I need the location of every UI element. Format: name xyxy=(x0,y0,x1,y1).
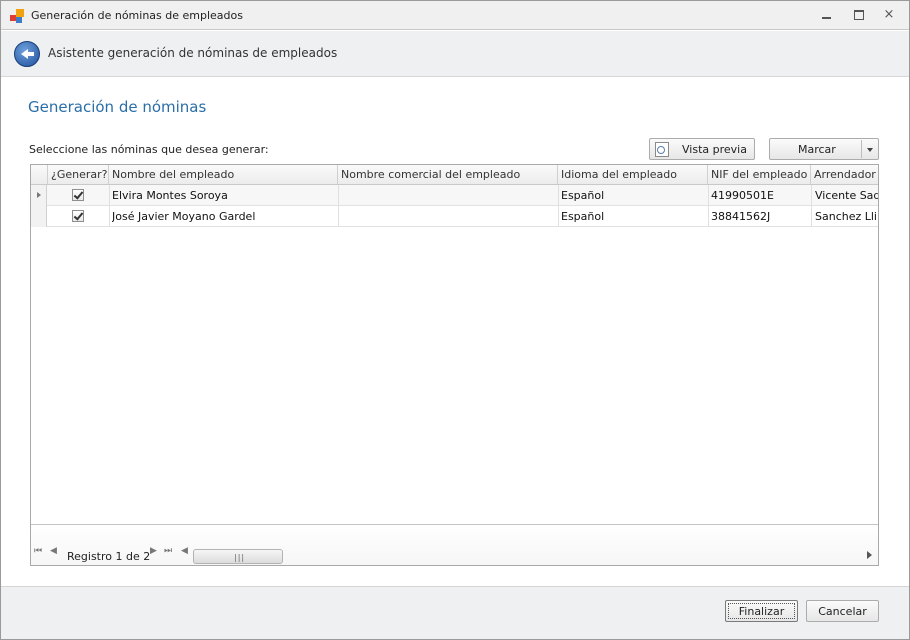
employee-name-cell[interactable]: Elvira Montes Soroya xyxy=(112,189,334,202)
finish-button-label: Finalizar xyxy=(738,605,785,618)
wizard-title: Asistente generación de nóminas de emple… xyxy=(48,46,338,60)
grid-footer xyxy=(31,525,878,565)
last-record-icon[interactable]: ⏭ xyxy=(164,546,172,556)
chevron-down-icon[interactable] xyxy=(867,148,873,152)
column-divider xyxy=(109,185,110,227)
column-header-generate[interactable]: ¿Generar? xyxy=(48,165,109,184)
landlord-cell[interactable]: Sanchez Llibre xyxy=(815,210,878,223)
finish-button[interactable]: Finalizar xyxy=(725,600,798,622)
payroll-grid: ¿Generar? Nombre del empleado Nombre com… xyxy=(30,164,879,566)
nif-cell[interactable]: 41990501E xyxy=(711,189,808,202)
language-cell[interactable]: Español xyxy=(561,210,705,223)
close-button[interactable]: × xyxy=(881,8,897,22)
mark-dropdown-button[interactable]: Marcar xyxy=(769,138,879,160)
scroll-left-icon[interactable]: ◀ xyxy=(181,546,188,556)
maximize-button[interactable] xyxy=(851,8,867,22)
column-divider xyxy=(708,185,709,227)
horizontal-scrollbar[interactable]: ||| xyxy=(193,549,283,564)
magnifier-document-icon xyxy=(655,142,669,157)
column-header-trade-name[interactable]: Nombre comercial del empleado xyxy=(338,165,558,184)
split-divider xyxy=(861,140,862,158)
current-row-arrow-icon xyxy=(37,192,41,198)
preview-button-label: Vista previa xyxy=(682,143,747,156)
wizard-header: Asistente generación de nóminas de emple… xyxy=(1,31,909,77)
back-arrow-icon[interactable] xyxy=(14,41,40,67)
cancel-button-label: Cancelar xyxy=(818,605,867,618)
cancel-button[interactable]: Cancelar xyxy=(806,600,879,622)
mark-button-label: Marcar xyxy=(798,143,836,156)
employee-name-cell[interactable]: José Javier Moyano Gardel xyxy=(112,210,334,223)
scroll-right-icon[interactable] xyxy=(867,551,872,559)
scroll-grip: ||| xyxy=(234,553,246,562)
landlord-cell[interactable]: Vicente Sadurni xyxy=(815,189,878,202)
column-header-language[interactable]: Idioma del empleado xyxy=(558,165,708,184)
preview-button[interactable]: Vista previa xyxy=(649,138,755,160)
column-divider xyxy=(338,185,339,227)
table-row[interactable]: José Javier Moyano Gardel Español 388415… xyxy=(31,206,878,227)
language-cell[interactable]: Español xyxy=(561,189,705,202)
table-row[interactable]: Elvira Montes Soroya Español 41990501E V… xyxy=(31,185,878,206)
column-divider xyxy=(558,185,559,227)
generate-checkbox[interactable] xyxy=(72,189,84,201)
column-header-nif[interactable]: NIF del empleado xyxy=(708,165,811,184)
window-title: Generación de nóminas de empleados xyxy=(31,9,243,22)
main-window: Generación de nóminas de empleados × Asi… xyxy=(0,0,910,640)
select-instructions-label: Seleccione las nóminas que desea generar… xyxy=(29,143,269,156)
indicator-column-header xyxy=(31,165,48,184)
first-record-icon[interactable]: ⏮ xyxy=(34,546,42,556)
minimize-button[interactable] xyxy=(819,8,835,22)
grid-header: ¿Generar? Nombre del empleado Nombre com… xyxy=(31,165,878,185)
title-bar[interactable]: Generación de nóminas de empleados × xyxy=(1,1,909,30)
row-indicator xyxy=(31,206,47,227)
nif-cell[interactable]: 38841562J xyxy=(711,210,808,223)
page-title: Generación de nóminas xyxy=(28,98,207,116)
previous-record-icon[interactable]: ◀ xyxy=(50,546,57,556)
row-indicator xyxy=(31,185,47,206)
column-header-employee-name[interactable]: Nombre del empleado xyxy=(109,165,338,184)
record-navigator-text: Registro 1 de 2 xyxy=(67,550,151,563)
generate-checkbox[interactable] xyxy=(72,210,84,222)
column-divider xyxy=(811,185,812,227)
column-header-landlord[interactable]: Arrendador xyxy=(811,165,878,184)
app-logo-icon xyxy=(10,9,26,25)
next-record-icon[interactable]: ▶ xyxy=(150,546,157,556)
